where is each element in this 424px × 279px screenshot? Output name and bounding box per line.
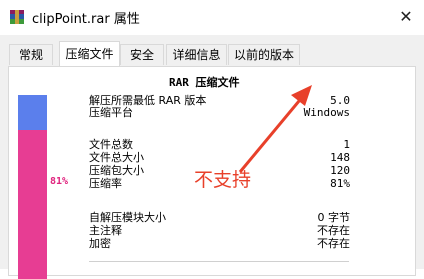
tab-archive[interactable]: 压缩文件 bbox=[59, 41, 120, 66]
compression-ratio-label: 81% bbox=[50, 176, 69, 187]
archive-heading: RAR 压缩文件 bbox=[169, 76, 240, 89]
archive-size-label: 压缩包大小 bbox=[89, 164, 144, 177]
close-button[interactable]: ✕ bbox=[392, 4, 420, 30]
encryption-value: 不存在 bbox=[317, 237, 350, 250]
bar-saved-segment bbox=[18, 95, 47, 130]
annotation-text: 不支持 bbox=[194, 169, 252, 191]
sfx-size-value: 0 字节 bbox=[317, 211, 351, 224]
platform-label: 压缩平台 bbox=[89, 106, 133, 119]
tab-details[interactable]: 详细信息 bbox=[166, 44, 227, 65]
winrar-archive-icon bbox=[10, 10, 24, 24]
total-size-value: 148 bbox=[330, 151, 350, 164]
total-size-label: 文件总大小 bbox=[89, 151, 144, 164]
file-count-label: 文件总数 bbox=[89, 138, 133, 151]
tab-previous-versions[interactable]: 以前的版本 bbox=[228, 44, 300, 65]
platform-value: Windows bbox=[303, 106, 350, 119]
window-title: clipPoint.rar 属性 bbox=[32, 12, 140, 27]
tab-general[interactable]: 常规 bbox=[9, 44, 53, 65]
ratio-value: 81% bbox=[330, 177, 350, 190]
properties-dialog: 常规 压缩文件 安全 详细信息 以前的版本 81% RAR 压缩文件 解压所需最… bbox=[0, 35, 424, 279]
archive-size-value: 120 bbox=[330, 164, 350, 177]
title-bar: clipPoint.rar 属性 ✕ bbox=[0, 0, 424, 35]
main-comment-value: 不存在 bbox=[317, 224, 350, 237]
encryption-label: 加密 bbox=[89, 237, 111, 250]
panel-divider bbox=[89, 261, 349, 262]
bar-compressed-segment bbox=[18, 130, 47, 279]
compression-ratio-bar bbox=[18, 95, 47, 279]
sfx-size-label: 自解压模块大小 bbox=[89, 211, 166, 224]
ratio-label: 压缩率 bbox=[89, 177, 122, 190]
tab-security[interactable]: 安全 bbox=[120, 44, 164, 65]
file-count-value: 1 bbox=[343, 138, 350, 151]
main-comment-label: 主注释 bbox=[89, 224, 122, 237]
